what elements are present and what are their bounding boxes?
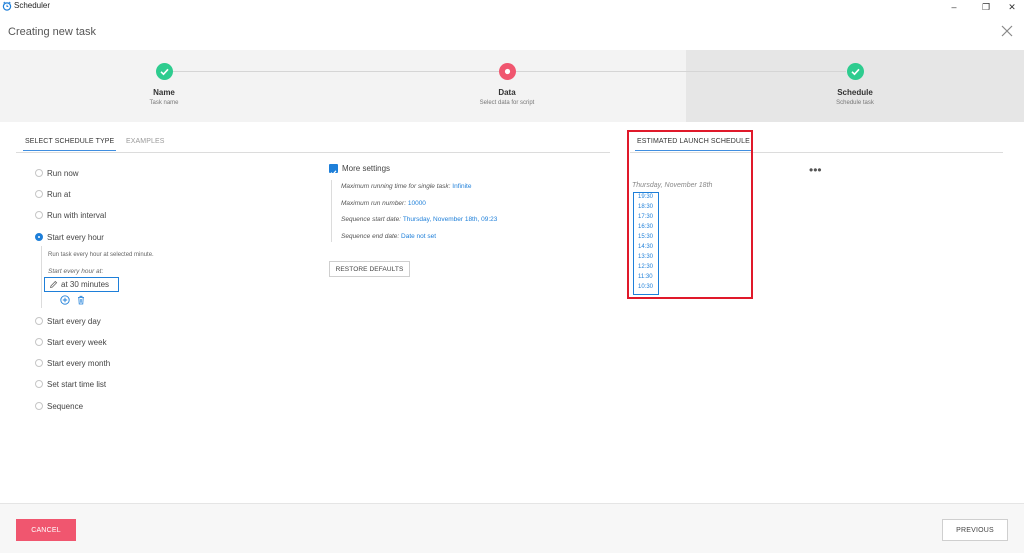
step-title: Name [153,88,175,97]
pencil-icon[interactable] [49,280,58,289]
step-description: Task name [149,100,179,106]
radio-start-every-month[interactable]: Start every month [35,357,110,369]
radio-label: Start every month [47,358,111,368]
radio-button[interactable] [35,211,43,219]
step-description: Schedule task [836,100,874,106]
radio-label: Set start time list [47,379,107,389]
launch-time: 14:30 [638,244,654,250]
more-settings-toggle[interactable]: More settings [329,164,391,176]
radio-set-start-time-list[interactable]: Set start time list [35,378,106,390]
setting-value-link[interactable]: 10000 [408,200,426,207]
step-schedule[interactable]: Schedule Schedule task [775,63,935,106]
more-settings-label: More settings [342,164,391,173]
launch-time: 11:30 [638,274,653,280]
radio-label: Start every hour [47,232,104,242]
more-options-icon[interactable]: ••• [809,163,822,177]
radio-label: Start every week [47,337,107,347]
previous-button[interactable]: PREVIOUS [942,519,1008,541]
setting-value-link[interactable]: Infinite [452,183,471,190]
clock-icon [2,1,12,11]
check-icon [846,63,864,80]
launch-time: 19:30 [638,194,654,200]
radio-button[interactable] [35,317,43,325]
schedule-tabs: SELECT SCHEDULE TYPE EXAMPLES [16,137,610,153]
current-step-icon [498,63,516,80]
settings-group-line [331,180,332,242]
radio-sequence[interactable]: Sequence [35,400,83,412]
setting-sequence-end-date: Sequence end date: Date not set [341,233,436,240]
launch-time: 15:30 [638,234,654,240]
step-title: Schedule [837,88,873,97]
setting-sequence-start-date: Sequence start date: Thursday, November … [341,216,497,223]
step-name[interactable]: Name Task name [84,63,244,106]
tab-examples[interactable]: EXAMPLES [126,138,165,145]
launch-time: 17:30 [638,214,654,220]
cancel-button[interactable]: CANCEL [16,519,76,541]
radio-label: Run with interval [47,210,107,220]
title-bar: Scheduler – ❐ ✕ [0,0,1024,14]
close-icon[interactable] [1000,24,1014,38]
launch-time: 12:30 [638,264,654,270]
tab-label: EXAMPLES [126,138,165,145]
setting-value-link[interactable]: Thursday, November 18th, 09:23 [403,216,498,223]
radio-run-with-interval[interactable]: Run with interval [35,209,106,221]
radio-button[interactable] [35,359,43,367]
dialog-header: Creating new task [0,20,1024,46]
page-title: Creating new task [8,26,97,38]
option-group-line [41,246,42,308]
minimize-button[interactable]: – [944,0,964,14]
setting-label: Maximum running time for single task: [341,183,451,190]
hourly-field-label: Start every hour at: [48,268,104,275]
check-icon [155,63,173,80]
radio-button-checked[interactable] [35,233,43,241]
setting-max-run-number: Maximum run number: 10000 [341,200,426,207]
maximize-button[interactable]: ❐ [976,0,996,14]
checkmark-icon [330,170,337,176]
radio-label: Run now [47,168,79,178]
setting-label: Sequence start date: [341,216,401,223]
radio-label: Sequence [47,401,84,411]
trash-icon[interactable] [76,295,86,305]
radio-start-every-week[interactable]: Start every week [35,336,107,348]
more-settings-checkbox[interactable] [329,164,338,176]
radio-button[interactable] [35,338,43,346]
radio-button[interactable] [35,380,43,388]
launch-times-list: 19:30 18:30 17:30 16:30 15:30 14:30 13:3… [633,192,659,295]
plus-circle-icon[interactable] [60,295,70,305]
tab-select-schedule-type[interactable]: SELECT SCHEDULE TYPE [23,138,117,151]
radio-run-now[interactable]: Run now [35,167,79,179]
step-title: Data [498,88,516,97]
setting-label: Maximum run number: [341,200,407,207]
setting-value-link[interactable]: Date not set [401,233,436,240]
app-title: Scheduler [14,1,51,10]
restore-defaults-button[interactable]: RESTORE DEFAULTS [329,261,410,277]
setting-max-running-time: Maximum running time for single task: In… [341,183,471,190]
radio-button[interactable] [35,190,43,198]
launch-time: 18:30 [638,204,654,210]
radio-button[interactable] [35,169,43,177]
schedule-date: Thursday, November 18th [632,182,713,189]
launch-time: 16:30 [638,224,654,230]
radio-button[interactable] [35,402,43,410]
launch-time: 13:30 [638,254,654,260]
setting-label: Sequence end date: [341,233,400,240]
window-close-button[interactable]: ✕ [1002,0,1022,14]
radio-start-every-day[interactable]: Start every day [35,315,101,327]
radio-run-at[interactable]: Run at [35,188,71,200]
radio-start-every-hour[interactable]: Start every hour [35,231,104,243]
tab-underline [23,150,117,151]
radio-label: Start every day [47,316,101,326]
step-data[interactable]: Data Select data for script [427,63,587,106]
radio-label: Run at [47,189,71,199]
dialog-footer: CANCEL PREVIOUS [0,503,1024,553]
tab-label: SELECT SCHEDULE TYPE [25,138,115,145]
launch-time: 10:30 [638,284,654,290]
step-description: Select data for script [479,100,535,106]
minute-value-field[interactable]: at 30 minutes [44,277,119,292]
minute-value: at 30 minutes [61,280,110,289]
wizard-stepper: Name Task name Data Select data for scri… [0,50,1024,122]
hourly-hint: Run task every hour at selected minute. [48,252,154,258]
